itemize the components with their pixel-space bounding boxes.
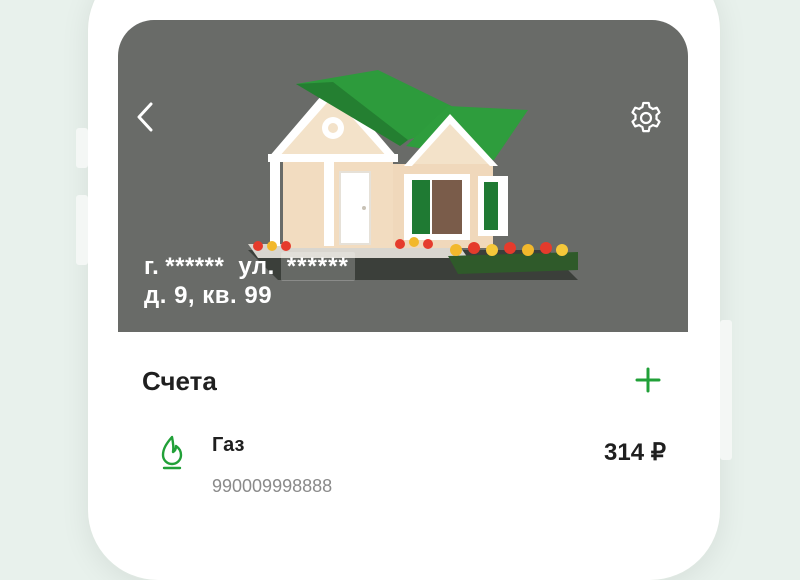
property-header: г. ****** ул. ****** д. 9, кв. 99 xyxy=(118,20,688,332)
address-line-2: д. 9, кв. 99 xyxy=(144,282,273,309)
house-illustration xyxy=(248,70,578,280)
city-prefix: г. xyxy=(144,253,160,280)
phone-side-button xyxy=(720,320,732,460)
plus-icon xyxy=(635,367,661,393)
settings-button[interactable] xyxy=(626,98,666,138)
street-prefix: ул. xyxy=(238,253,275,280)
accounts-title: Счета xyxy=(142,366,217,396)
phone-side-button xyxy=(76,195,88,265)
account-amount: 314 ₽ xyxy=(604,439,666,466)
street-masked: ****** xyxy=(280,252,355,281)
gas-flame-icon xyxy=(161,435,183,470)
app-screen: г. ****** ул. ****** д. 9, кв. 99 Счета … xyxy=(118,20,688,540)
chevron-left-icon xyxy=(137,102,153,132)
accounts-section: Счета Газ 990009998888 314 ₽ xyxy=(118,332,688,540)
account-item-gas[interactable]: Газ 990009998888 314 ₽ xyxy=(142,424,682,514)
account-name: Газ xyxy=(212,434,245,456)
city-masked: ****** xyxy=(165,253,225,280)
account-number: 990009998888 xyxy=(212,476,333,496)
address-line-1: г. ****** ул. ****** xyxy=(144,252,355,281)
gear-icon xyxy=(631,101,661,133)
add-account-button[interactable] xyxy=(630,362,666,398)
property-address: г. ****** ул. ****** д. 9, кв. 99 xyxy=(144,252,355,310)
phone-side-button xyxy=(76,128,88,168)
back-button[interactable] xyxy=(128,100,162,134)
